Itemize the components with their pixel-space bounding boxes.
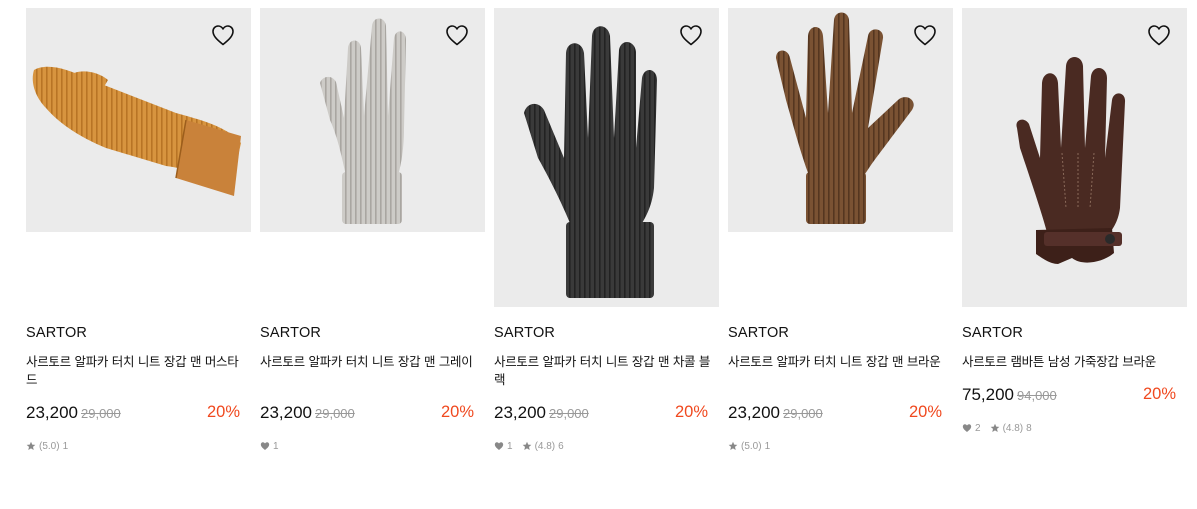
original-price: 29,000 (783, 406, 823, 421)
product-image[interactable] (494, 8, 719, 307)
price-row: 23,200 29,000 20% (26, 403, 251, 425)
product-image[interactable] (962, 8, 1187, 307)
product-meta: 1 (260, 439, 485, 453)
sale-price: 23,200 (728, 403, 780, 422)
product-meta: (5.0) 1 (26, 439, 251, 453)
product-card[interactable]: SARTOR 사르토르 알파카 터치 니트 장갑 맨 브라운 23,200 29,… (728, 8, 953, 452)
brand-name[interactable]: SARTOR (26, 324, 251, 342)
discount-rate: 20% (206, 403, 240, 421)
sale-price: 23,200 (260, 403, 312, 422)
heart-outline-icon (913, 24, 937, 46)
likes-group: 1 (494, 441, 513, 452)
price-row: 23,200 29,000 20% (260, 403, 485, 425)
sale-price: 23,200 (26, 403, 78, 422)
discount-rate: 20% (1142, 385, 1176, 403)
product-meta: 2 (4.8) 8 (962, 421, 1187, 435)
rating-score: (5.0) (741, 440, 762, 452)
rating-score: (4.8) (1002, 422, 1024, 434)
product-card[interactable]: SARTOR 사르토르 알파카 터치 니트 장갑 맨 차콜 블랙 23,200 2… (494, 8, 719, 452)
star-icon (522, 441, 532, 451)
charcoal-knit-glove-icon (524, 26, 657, 298)
rating-score: (5.0) (39, 440, 60, 452)
product-name[interactable]: 사르토르 알파카 터치 니트 장갑 맨 차콜 블랙 (494, 353, 712, 389)
product-name[interactable]: 사르토르 알파카 터치 니트 장갑 맨 브라운 (728, 353, 946, 389)
star-icon (728, 441, 738, 451)
wishlist-button[interactable] (1147, 24, 1171, 46)
product-name[interactable]: 사르토르 램바튼 남성 가죽장갑 브라운 (962, 353, 1180, 371)
like-count: 1 (507, 440, 513, 452)
product-card[interactable]: SARTOR 사르토르 램바튼 남성 가죽장갑 브라운 75,200 94,000… (962, 8, 1187, 434)
brand-name[interactable]: SARTOR (494, 324, 719, 342)
likes-group: 1 (260, 441, 279, 452)
price-row: 23,200 29,000 20% (494, 403, 719, 425)
original-price: 29,000 (81, 406, 121, 421)
original-price: 94,000 (1017, 388, 1057, 403)
wishlist-button[interactable] (679, 24, 703, 46)
product-card[interactable]: SARTOR 사르토르 알파카 터치 니트 장갑 맨 그레이 23,200 29,… (260, 8, 485, 452)
likes-group: 2 (962, 423, 981, 434)
product-meta: 1 (4.8) 6 (494, 439, 719, 453)
product-meta: (5.0) 1 (728, 439, 953, 453)
star-icon (990, 423, 1000, 433)
heart-icon (494, 441, 504, 451)
like-count: 1 (273, 440, 279, 452)
wishlist-button[interactable] (913, 24, 937, 46)
heart-icon (962, 423, 972, 433)
rating-group: (5.0) 1 (26, 441, 68, 452)
brown-leather-glove-icon (1016, 57, 1126, 264)
review-count: 8 (1026, 422, 1032, 434)
heart-outline-icon (445, 24, 469, 46)
product-image[interactable] (26, 8, 251, 232)
sale-price: 75,200 (962, 385, 1014, 404)
heart-icon (260, 441, 270, 451)
like-count: 2 (975, 422, 981, 434)
wishlist-button[interactable] (445, 24, 469, 46)
review-count: 6 (558, 440, 564, 452)
star-icon (26, 441, 36, 451)
original-price: 29,000 (315, 406, 355, 421)
wishlist-button[interactable] (211, 24, 235, 46)
rating-group: (4.8) 8 (990, 423, 1032, 434)
product-image[interactable] (260, 8, 485, 232)
heart-outline-icon (1147, 24, 1171, 46)
review-count: 1 (62, 440, 69, 452)
price-row: 23,200 29,000 20% (728, 403, 953, 425)
brand-name[interactable]: SARTOR (260, 324, 485, 342)
original-price: 29,000 (549, 406, 589, 421)
review-count: 1 (764, 440, 771, 452)
product-card[interactable]: SARTOR 사르토르 알파카 터치 니트 장갑 맨 머스타드 23,200 29… (26, 8, 251, 452)
sale-price: 23,200 (494, 403, 546, 422)
product-image[interactable] (728, 8, 953, 232)
discount-rate: 20% (908, 403, 942, 421)
product-name[interactable]: 사르토르 알파카 터치 니트 장갑 맨 그레이 (260, 353, 478, 389)
price-row: 75,200 94,000 20% (962, 385, 1187, 407)
heart-outline-icon (211, 24, 235, 46)
heart-outline-icon (679, 24, 703, 46)
discount-rate: 20% (674, 403, 708, 421)
rating-group: (5.0) 1 (728, 441, 770, 452)
product-name[interactable]: 사르토르 알파카 터치 니트 장갑 맨 머스타드 (26, 353, 244, 389)
brand-name[interactable]: SARTOR (728, 324, 953, 342)
discount-rate: 20% (440, 403, 474, 421)
rating-group: (4.8) 6 (522, 441, 564, 452)
rating-score: (4.8) (534, 440, 556, 452)
brand-name[interactable]: SARTOR (962, 324, 1187, 342)
